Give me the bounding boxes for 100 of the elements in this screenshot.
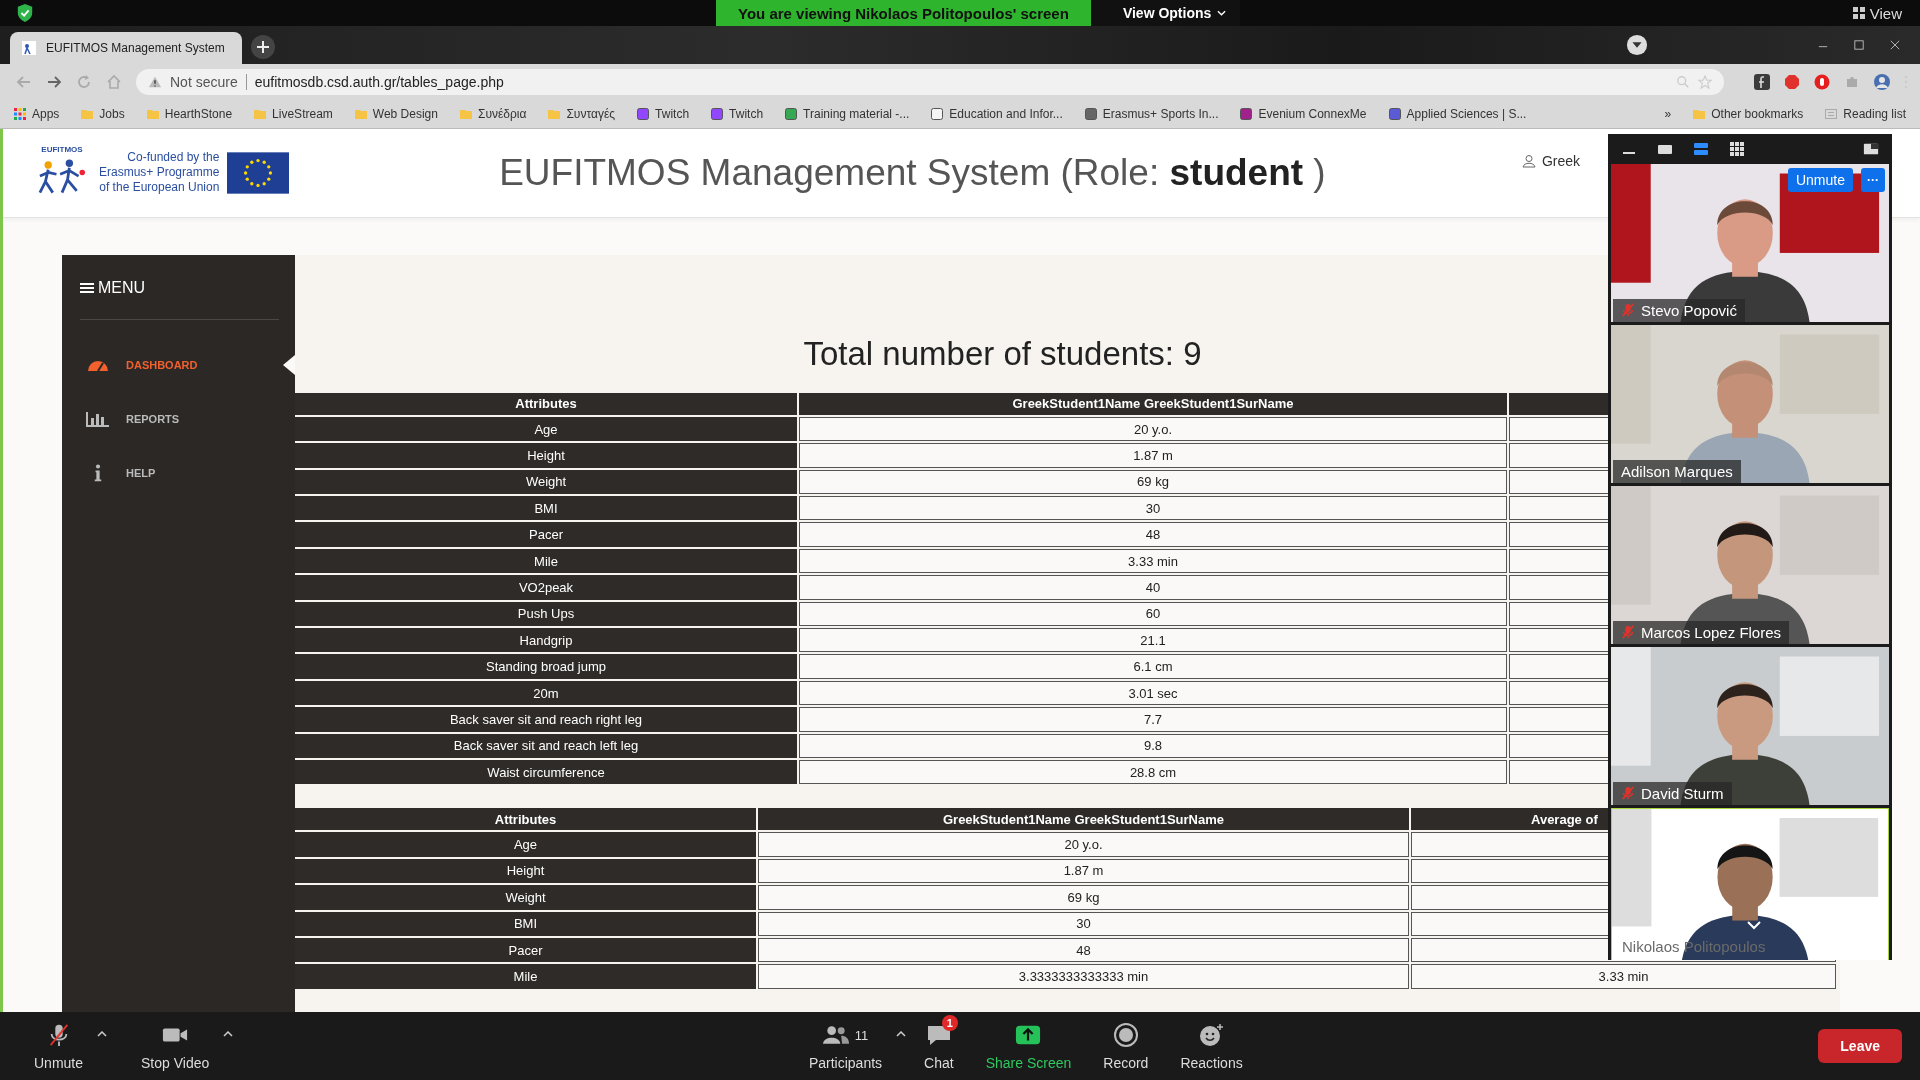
student-count-heading: Total number of students: 9 <box>802 334 1203 373</box>
bookmark[interactable]: Applied Sciences | S... <box>1388 106 1527 121</box>
caret-up-icon[interactable] <box>223 1031 234 1038</box>
letter-f-icon[interactable] <box>1754 73 1770 90</box>
user-icon <box>1521 153 1536 168</box>
cofunded-text: Co-funded by the <box>127 150 220 166</box>
table-cell: 60 <box>799 601 1507 627</box>
participant-name: Nikolaos Politopoulos <box>1621 936 1767 957</box>
column-header: Attributes <box>295 808 756 831</box>
table-cell: 7.7 <box>799 707 1507 732</box>
strip-view-icon[interactable] <box>1693 140 1709 157</box>
table-cell: 69 kg <box>758 885 1409 910</box>
adblock-icon[interactable] <box>1784 73 1800 90</box>
sidebar-item[interactable]: REPORTS <box>62 391 295 446</box>
menu-button[interactable]: MENU <box>62 278 295 297</box>
table-cell: 48 <box>758 937 1409 963</box>
folder-icon <box>548 107 561 120</box>
toolbar-button[interactable]: Reactions <box>1166 1017 1257 1076</box>
smiley-icon <box>1198 1023 1225 1048</box>
grid-icon <box>1852 7 1865 19</box>
caret-icon <box>1217 10 1227 16</box>
table-cell: BMI <box>295 911 756 936</box>
bookmark[interactable]: Education and Infor... <box>931 106 1063 121</box>
profile-icon[interactable] <box>1626 33 1648 56</box>
bookmark[interactable]: HearthStone <box>146 106 233 121</box>
table-cell: Pacer <box>295 937 756 963</box>
toolbar-button[interactable]: Share Screen <box>971 1017 1086 1076</box>
reading-list-button[interactable]: Reading list <box>1825 106 1906 121</box>
avatar-icon[interactable] <box>1874 73 1890 90</box>
table-cell: Height <box>295 443 797 468</box>
participant-name: David Sturm <box>1613 781 1732 805</box>
bookmark[interactable]: Erasmus+ Sports In... <box>1084 106 1219 121</box>
table-cell: Back saver sit and reach right leg <box>295 707 797 732</box>
leave-button[interactable]: Leave <box>1818 1029 1902 1064</box>
column-header: GreekStudent1Name GreekStudent1SurName <box>758 808 1409 831</box>
maximize-icon[interactable] <box>1854 40 1864 50</box>
star-icon[interactable] <box>1698 74 1712 89</box>
table-cell: 3.01 sec <box>799 680 1507 706</box>
hand-icon[interactable] <box>1814 73 1830 90</box>
bookmark[interactable]: Training material -... <box>785 106 910 121</box>
table-cell: 20 y.o. <box>799 416 1507 442</box>
table-cell: Age <box>295 832 756 857</box>
url-text: eufitmosdb.csd.auth.gr/tables_page.php <box>254 73 504 90</box>
table-cell: 30 <box>758 911 1409 936</box>
record-icon <box>1112 1023 1139 1048</box>
table-cell: 6.1 cm <box>799 654 1507 679</box>
table-cell: 20 y.o. <box>758 832 1409 857</box>
folder-icon <box>354 107 367 120</box>
close-icon[interactable] <box>1890 40 1900 50</box>
bar-chart-icon <box>86 409 110 428</box>
page-title: EUFITMOS Management System (Role: student ) <box>498 151 1327 194</box>
more-bookmarks-button[interactable]: » <box>1664 106 1672 121</box>
folder-icon <box>146 107 159 120</box>
chevron-down-icon[interactable] <box>1746 919 1762 930</box>
forward-icon[interactable] <box>46 73 62 90</box>
browser-tab[interactable]: EUFITMOS Management System <box>10 31 242 64</box>
table-cell: 40 <box>799 575 1507 600</box>
table-cell: 20m <box>295 680 797 706</box>
bookmark[interactable]: Evenium ConnexMe <box>1240 106 1367 121</box>
column-header: GreekStudent1Name GreekStudent1SurName <box>799 392 1507 415</box>
table-cell: 1.87 m <box>799 443 1507 468</box>
folder-icon <box>459 107 472 120</box>
more-button[interactable]: ··· <box>1861 167 1885 192</box>
bookmark[interactable]: Συνέδρια <box>459 106 527 121</box>
view-options-button[interactable]: View Options <box>1090 0 1241 26</box>
view-button[interactable]: View <box>1846 3 1908 23</box>
sidebar-item[interactable]: HELP <box>62 445 295 500</box>
bookmark[interactable]: Συνταγές <box>548 106 616 121</box>
toolbar-button[interactable]: Unmute <box>20 1017 98 1076</box>
table-cell: Waist circumference <box>295 760 797 785</box>
bookmark[interactable]: Jobs <box>81 106 125 121</box>
bookmark[interactable]: Other bookmarks <box>1693 106 1804 121</box>
table-cell: 3.33 min <box>799 548 1507 574</box>
table-cell: Height <box>295 858 756 884</box>
folder-icon <box>1693 107 1706 120</box>
table-cell: Weight <box>295 885 756 910</box>
folder-icon <box>254 107 267 120</box>
address-bar[interactable]: Not secure eufitmosdb.csd.auth.gr/tables_page.php <box>136 68 1724 95</box>
table-cell: Push Ups <box>295 601 797 627</box>
caret-up-icon[interactable] <box>896 1031 907 1038</box>
bookmark[interactable]: Twitch <box>711 106 764 121</box>
eu-flag-icon <box>227 151 290 194</box>
table-cell: Standing broad jump <box>295 654 797 679</box>
column-header: Attributes <box>295 392 797 415</box>
table-cell: 30 <box>799 496 1507 521</box>
caret-up-icon[interactable] <box>97 1031 108 1038</box>
bookmark[interactable]: LiveStream <box>254 106 333 121</box>
bookmark[interactable]: Web Design <box>354 106 438 121</box>
toolbar-button[interactable]: 1 Chat <box>910 1017 968 1076</box>
grid-icon[interactable] <box>1729 140 1745 157</box>
table-cell: 3.33 min <box>1411 964 1836 989</box>
user-menu[interactable]: Greek <box>1521 152 1580 169</box>
toolbar-button[interactable]: 11 Participants <box>794 1017 897 1076</box>
table-cell: 69 kg <box>799 469 1507 495</box>
bookmark[interactable]: Apps <box>14 106 60 121</box>
new-tab-icon[interactable] <box>250 33 276 60</box>
toolbar-button[interactable]: Stop Video <box>127 1017 224 1076</box>
toolbar-button[interactable]: Record <box>1089 1017 1163 1076</box>
bookmark[interactable]: Twitch <box>637 106 690 121</box>
table-cell: 1.87 m <box>758 858 1409 884</box>
